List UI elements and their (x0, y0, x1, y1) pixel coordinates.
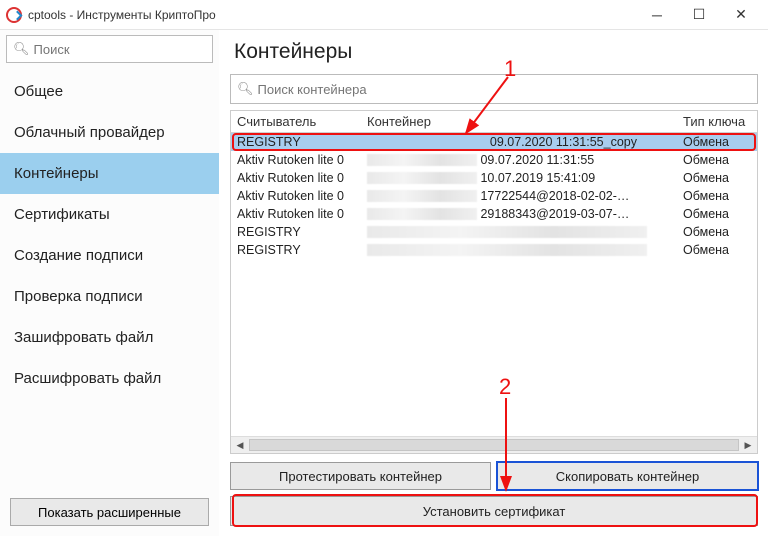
annotation-rect-2 (232, 494, 758, 527)
annotation-arrows (0, 0, 768, 536)
